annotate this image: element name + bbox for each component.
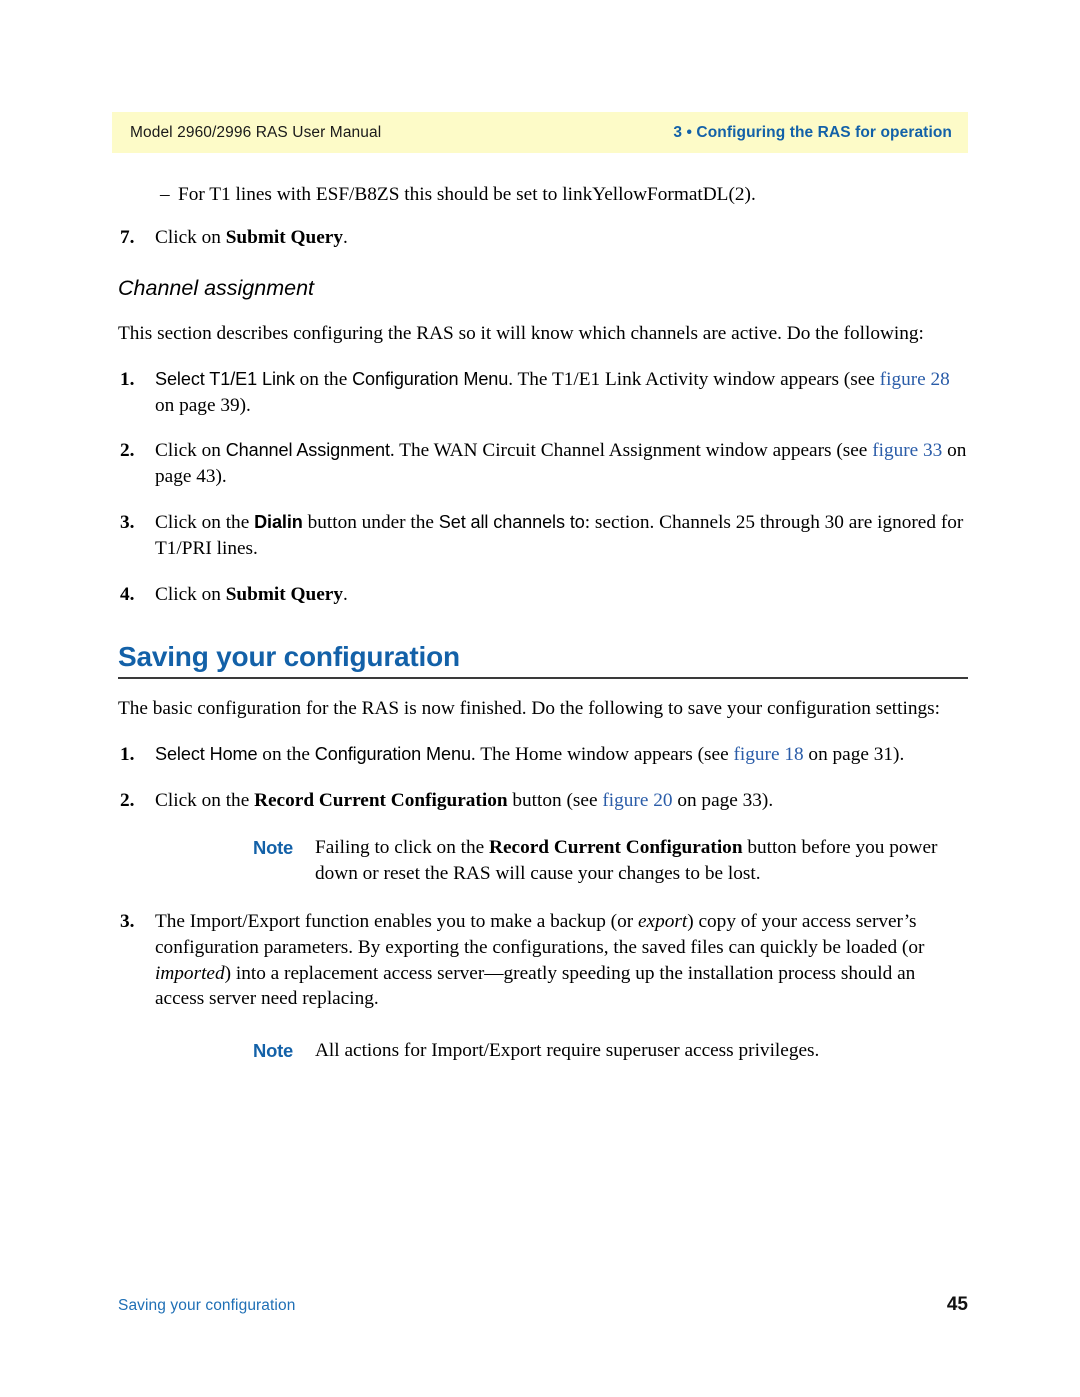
section-heading-rule <box>118 677 968 680</box>
list-item-ca-step-3: 3. Click on the Dialin button under the … <box>118 510 968 562</box>
ca1-seg-a: Select T1/E1 Link <box>155 368 295 389</box>
sv1-seg-d: . The Home window appears (see <box>470 743 734 765</box>
page-content: – For T1 lines with ESF/B8ZS this should… <box>118 182 968 1064</box>
cross-reference-figure-20[interactable]: figure 20 <box>602 790 672 811</box>
saving-intro: The basic configuration for the RAS is n… <box>118 698 940 720</box>
sv1-seg-b: on the <box>257 743 315 765</box>
list-item-ca-step-4: 4. Click on Submit Query. <box>118 582 968 608</box>
ca3-dialin-button-name: Dialin <box>254 511 303 532</box>
note-label: Note <box>253 837 294 859</box>
list-item-step-7: 7. Click on Submit Query. <box>118 225 968 251</box>
cross-reference-figure-18[interactable]: figure 18 <box>733 744 803 765</box>
page-footer: Saving your configuration 45 <box>118 1294 968 1316</box>
note1-seg-b: Record Current Configuration <box>489 837 743 859</box>
channel-assignment-intro: This section describes configuring the R… <box>118 323 924 345</box>
list-number: 4. <box>120 583 135 605</box>
step7-suffix: . <box>343 226 348 248</box>
note1-seg-a: Failing to click on the <box>315 837 490 859</box>
ca1-seg-d: . The T1/E1 Link Activity window appears… <box>508 368 880 390</box>
list-item-ca-step-1: 1. Select T1/E1 Link on the Configuratio… <box>118 367 968 419</box>
sv2-seg-c: button (see <box>507 789 603 811</box>
running-header: Model 2960/2996 RAS User Manual 3 • Conf… <box>112 112 968 153</box>
sv3-export-italic: export <box>637 911 688 933</box>
list-item-ca-step-2: 2. Click on Channel Assignment. The WAN … <box>118 438 968 490</box>
note2-text: All actions for Import/Export require su… <box>315 1040 820 1062</box>
footer-page-number: 45 <box>946 1294 968 1315</box>
subsection-heading-channel-assignment: Channel assignment <box>118 276 968 301</box>
cross-reference-figure-28[interactable]: figure 28 <box>880 369 950 390</box>
sv2-seg-a: Click on the <box>155 789 255 811</box>
ca3-seg-d: Set all channels to <box>438 511 585 532</box>
sv3-seg-a: The Import/Export function enables you t… <box>155 911 638 933</box>
ca4-seg-b: Submit Query <box>225 583 344 605</box>
sv3-imported-italic: imported <box>155 962 225 984</box>
ca1-seg-b: on the <box>294 368 353 390</box>
step7-bold: Submit Query <box>225 226 344 248</box>
dash-bullet-item: – For T1 lines with ESF/B8ZS this should… <box>118 182 968 208</box>
list-number: 3. <box>120 911 135 933</box>
sv3-seg-e: ) into a replacement access server—great… <box>155 962 916 1010</box>
step7-prefix: Click on <box>155 226 226 248</box>
list-number: 7. <box>120 226 135 248</box>
sv1-seg-a: Select Home <box>155 743 258 764</box>
list-number: 2. <box>120 789 135 811</box>
list-item-saving-step-2: 2. Click on the Record Current Configura… <box>118 788 968 814</box>
ca4-seg-c: . <box>343 583 348 605</box>
section-heading-saving-your-configuration: Saving your configuration <box>118 641 968 680</box>
note-label: Note <box>253 1040 294 1062</box>
list-number: 2. <box>120 440 135 462</box>
sv1-seg-e: on page 31). <box>803 743 905 765</box>
ca4-seg-a: Click on <box>155 583 226 605</box>
section-heading-text: Saving your configuration <box>118 641 460 673</box>
sv2-seg-d: on page 33). <box>672 789 774 811</box>
list-number: 1. <box>120 368 135 390</box>
ca3-seg-c: button under the <box>302 511 439 533</box>
list-item-saving-step-1: 1. Select Home on the Configuration Menu… <box>118 742 968 768</box>
sv2-record-current-configuration: Record Current Configuration <box>254 789 508 811</box>
ca1-seg-e: on page 39). <box>155 394 251 416</box>
note-block-2: Note All actions for Import/Export requi… <box>118 1038 968 1064</box>
ca2-seg-c: . The WAN Circuit Channel Assignment win… <box>389 440 873 462</box>
header-manual-title: Model 2960/2996 RAS User Manual <box>130 123 382 141</box>
subsection-heading-text: Channel assignment <box>118 276 315 301</box>
header-chapter-title: 3 • Configuring the RAS for operation <box>673 123 952 141</box>
dash-marker: – <box>160 184 170 205</box>
list-number: 1. <box>120 743 135 765</box>
ca1-seg-c: Configuration Menu <box>352 368 509 389</box>
note-block-1: Note Failing to click on the Record Curr… <box>118 835 968 887</box>
ca2-seg-a: Click on <box>155 440 226 462</box>
footer-section-name: Saving your configuration <box>118 1297 296 1314</box>
dash-bullet-text: For T1 lines with ESF/B8ZS this should b… <box>178 184 756 205</box>
manual-page: Model 2960/2996 RAS User Manual 3 • Conf… <box>0 0 1080 1397</box>
list-number: 3. <box>120 511 135 533</box>
ca3-seg-a: Click on the <box>155 511 255 533</box>
list-item-saving-step-3: 3. The Import/Export function enables yo… <box>118 909 968 1012</box>
ca2-seg-b: Channel Assignment <box>225 440 390 461</box>
sv1-seg-c: Configuration Menu <box>314 743 471 764</box>
cross-reference-figure-33[interactable]: figure 33 <box>872 440 942 461</box>
